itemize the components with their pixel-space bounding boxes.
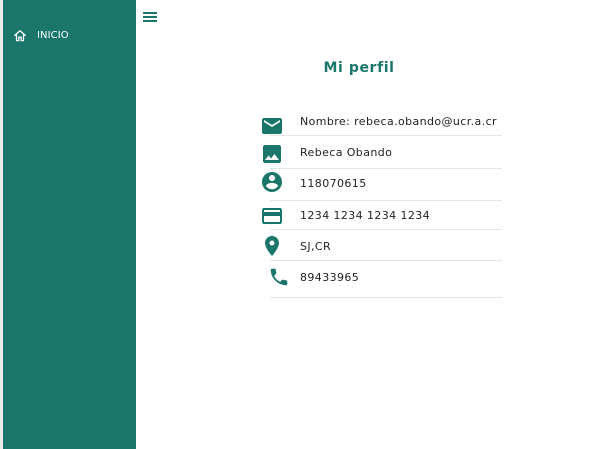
credit-card-icon [260, 204, 284, 228]
profile-row-phone: 89433965 [258, 265, 502, 291]
profile-row-email: Nombre: rebeca.obando@ucr.a.cr [258, 112, 502, 136]
divider [270, 168, 502, 169]
menu-icon[interactable] [142, 9, 158, 23]
profile-email-text: Nombre: rebeca.obando@ucr.a.cr [300, 115, 497, 128]
app-window: INICIO Mi perfil Nombre: rebeca.obando@u… [0, 0, 616, 449]
profile-row-location: SJ,CR [258, 234, 502, 258]
sidebar-item-label: INICIO [37, 30, 69, 41]
sidebar: INICIO [3, 0, 136, 449]
divider [270, 297, 502, 298]
profile-location-text: SJ,CR [300, 240, 332, 253]
sidebar-item-inicio[interactable]: INICIO [3, 26, 136, 48]
location-pin-icon [260, 234, 284, 258]
profile-row-card: 1234 1234 1234 1234 [258, 204, 502, 228]
divider [270, 200, 502, 201]
profile-row-id: 118070615 [258, 170, 502, 196]
divider [270, 229, 502, 230]
divider [270, 260, 502, 261]
profile-row-name: Rebeca Obando [258, 141, 502, 165]
divider [270, 135, 502, 136]
profile-phone-text: 89433965 [300, 271, 360, 284]
home-icon [13, 28, 27, 42]
page-title: Mi perfil [323, 60, 395, 76]
image-icon [260, 142, 284, 166]
profile-card-text: 1234 1234 1234 1234 [300, 209, 431, 222]
profile-name-text: Rebeca Obando [300, 146, 393, 159]
account-circle-icon [260, 170, 284, 194]
profile-id-text: 118070615 [300, 177, 367, 190]
phone-icon [268, 266, 292, 290]
